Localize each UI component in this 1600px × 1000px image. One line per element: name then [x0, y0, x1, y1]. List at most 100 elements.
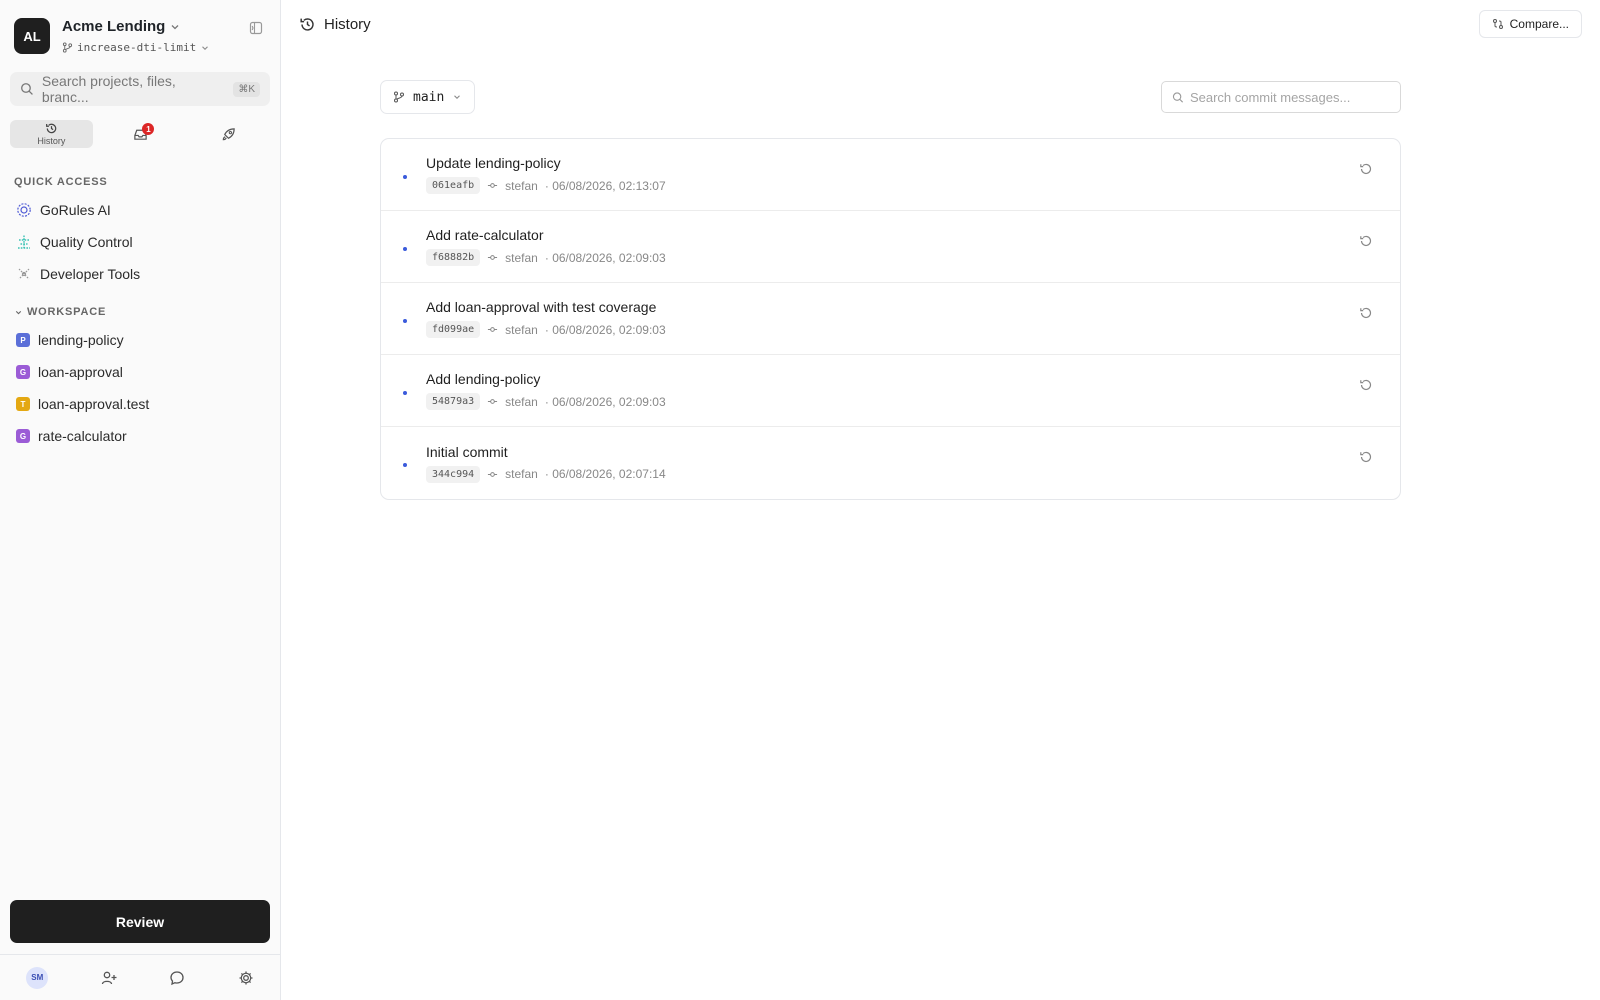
commit-icon: [488, 471, 498, 477]
commit-hash[interactable]: 344c994: [426, 465, 481, 483]
quick-access-title: QUICK ACCESS: [14, 176, 108, 188]
file-item-loan-approval-test[interactable]: T loan-approval.test: [0, 388, 280, 420]
commit-hash[interactable]: f68882b: [426, 249, 481, 266]
chevron-down-icon: [202, 45, 209, 50]
commit-hash[interactable]: fd099ae: [426, 321, 481, 338]
add-user-icon[interactable]: [101, 970, 117, 986]
commit-body: Initial commit 344c994 stefan · 06/08/20…: [426, 444, 666, 483]
commit-dot: [403, 391, 407, 395]
branch-select[interactable]: main: [380, 80, 476, 114]
commit-date: · 06/08/2026, 02:09:03: [544, 322, 666, 337]
branch-select-value: main: [413, 89, 445, 105]
compare-button[interactable]: Compare...: [1478, 10, 1582, 38]
quick-access-developer-tools[interactable]: Developer Tools: [0, 258, 280, 290]
search-shortcut: ⌘K: [233, 81, 260, 97]
graph-file-icon: G: [16, 429, 30, 443]
commit-row[interactable]: Add loan-approval with test coverage fd0…: [381, 283, 1400, 355]
commit-dot: [403, 319, 407, 323]
revert-button[interactable]: [1356, 303, 1376, 323]
workspace-name: Acme Lending: [62, 18, 166, 35]
compare-label: Compare...: [1509, 17, 1569, 31]
commit-hash[interactable]: 54879a3: [426, 393, 481, 410]
review-button[interactable]: Review: [10, 900, 270, 943]
commit-meta: 344c994 stefan · 06/08/2026, 02:07:14: [426, 465, 666, 483]
global-search[interactable]: Search projects, files, branc... ⌘K: [10, 72, 270, 106]
branch-name: increase-dti-limit: [77, 41, 197, 54]
app: AL Acme Lending increase-dti-limit Searc…: [0, 0, 1600, 1000]
quick-access-label: GoRules AI: [40, 202, 111, 218]
commit-meta: 061eafb stefan · 06/08/2026, 02:13:07: [426, 177, 666, 194]
tab-deploy[interactable]: [187, 120, 270, 148]
commit-dot: [403, 247, 407, 251]
commit-icon: [488, 255, 498, 260]
commit-row[interactable]: Initial commit 344c994 stefan · 06/08/20…: [381, 427, 1400, 499]
file-item-lending-policy[interactable]: P lending-policy: [0, 324, 280, 356]
commit-author: stefan: [505, 178, 538, 193]
revert-button[interactable]: [1356, 159, 1376, 179]
file-item-rate-calculator[interactable]: G rate-calculator: [0, 420, 280, 452]
commit-row[interactable]: Add rate-calculator f68882b stefan · 06/…: [381, 211, 1400, 283]
chevron-down-icon: [15, 310, 22, 314]
workspace-header: AL Acme Lending increase-dti-limit: [0, 0, 280, 64]
workspace-avatar[interactable]: AL: [14, 18, 50, 54]
commit-hash[interactable]: 061eafb: [426, 177, 481, 194]
quality-icon: [18, 235, 30, 249]
workspace-info: Acme Lending increase-dti-limit: [62, 18, 246, 54]
commit-body: Update lending-policy 061eafb stefan · 0…: [426, 155, 666, 194]
history-icon: [300, 17, 314, 31]
branch-switcher[interactable]: increase-dti-limit: [62, 41, 246, 54]
revert-button[interactable]: [1356, 231, 1376, 251]
graph-file-icon: G: [16, 365, 30, 379]
git-branch-icon: [394, 91, 404, 103]
sidebar-footer: SM: [0, 954, 280, 1000]
commit-title: Add rate-calculator: [426, 227, 544, 243]
git-branch-icon: [62, 42, 73, 53]
tab-history[interactable]: History: [10, 120, 93, 148]
commit-meta: fd099ae stefan · 06/08/2026, 02:09:03: [426, 321, 666, 338]
revert-icon: [1360, 307, 1372, 319]
commit-dot: [403, 463, 407, 467]
commit-author: stefan: [505, 322, 538, 337]
top-bar: History Compare...: [281, 0, 1600, 48]
revert-icon: [1360, 163, 1372, 175]
inbox-badge: 1: [142, 123, 155, 135]
quick-access-gorules-ai[interactable]: GoRules AI: [0, 194, 280, 226]
commit-row[interactable]: Add lending-policy 54879a3 stefan · 06/0…: [381, 355, 1400, 427]
sidebar: AL Acme Lending increase-dti-limit Searc…: [0, 0, 281, 1000]
commit-author: stefan: [505, 394, 538, 409]
rocket-icon: [222, 127, 235, 140]
revert-button[interactable]: [1356, 447, 1376, 467]
commit-search-input[interactable]: [1189, 89, 1390, 105]
user-avatar[interactable]: SM: [26, 966, 49, 989]
revert-button[interactable]: [1356, 375, 1376, 395]
settings-icon[interactable]: [238, 970, 254, 986]
chat-icon[interactable]: [169, 970, 185, 986]
main-content: History Compare... main Update le: [281, 0, 1600, 1000]
commit-row[interactable]: Update lending-policy 061eafb stefan · 0…: [381, 139, 1400, 211]
revert-icon: [1360, 235, 1372, 247]
file-item-loan-approval[interactable]: G loan-approval: [0, 356, 280, 388]
commit-title: Update lending-policy: [426, 155, 561, 171]
commit-icon: [488, 399, 498, 404]
commit-date: · 06/08/2026, 02:09:03: [544, 250, 666, 265]
commit-title: Add loan-approval with test coverage: [426, 299, 657, 315]
page-title-text: History: [324, 15, 371, 33]
commit-title: Initial commit: [426, 443, 508, 460]
quick-access-quality-control[interactable]: Quality Control: [0, 226, 280, 258]
quick-access-list: GoRules AI Quality Control Developer Too…: [0, 194, 280, 290]
search-icon: [1172, 91, 1184, 103]
tab-inbox[interactable]: 1: [99, 120, 182, 148]
commit-body: Add lending-policy 54879a3 stefan · 06/0…: [426, 371, 666, 410]
commit-search-field[interactable]: [1161, 81, 1401, 113]
commit-date: · 06/08/2026, 02:09:03: [544, 394, 666, 409]
search-icon: [21, 83, 33, 95]
revert-icon: [1360, 379, 1372, 391]
commit-body: Add loan-approval with test coverage fd0…: [426, 299, 666, 338]
commit-icon: [488, 327, 498, 332]
workspace-section-toggle[interactable]: WORKSPACE: [0, 306, 280, 318]
history-icon: [45, 123, 57, 134]
workspace-switcher[interactable]: Acme Lending: [62, 18, 246, 35]
file-label: lending-policy: [38, 332, 124, 348]
collapse-sidebar-button[interactable]: [246, 18, 266, 38]
search-placeholder: Search projects, files, branc...: [41, 73, 176, 105]
